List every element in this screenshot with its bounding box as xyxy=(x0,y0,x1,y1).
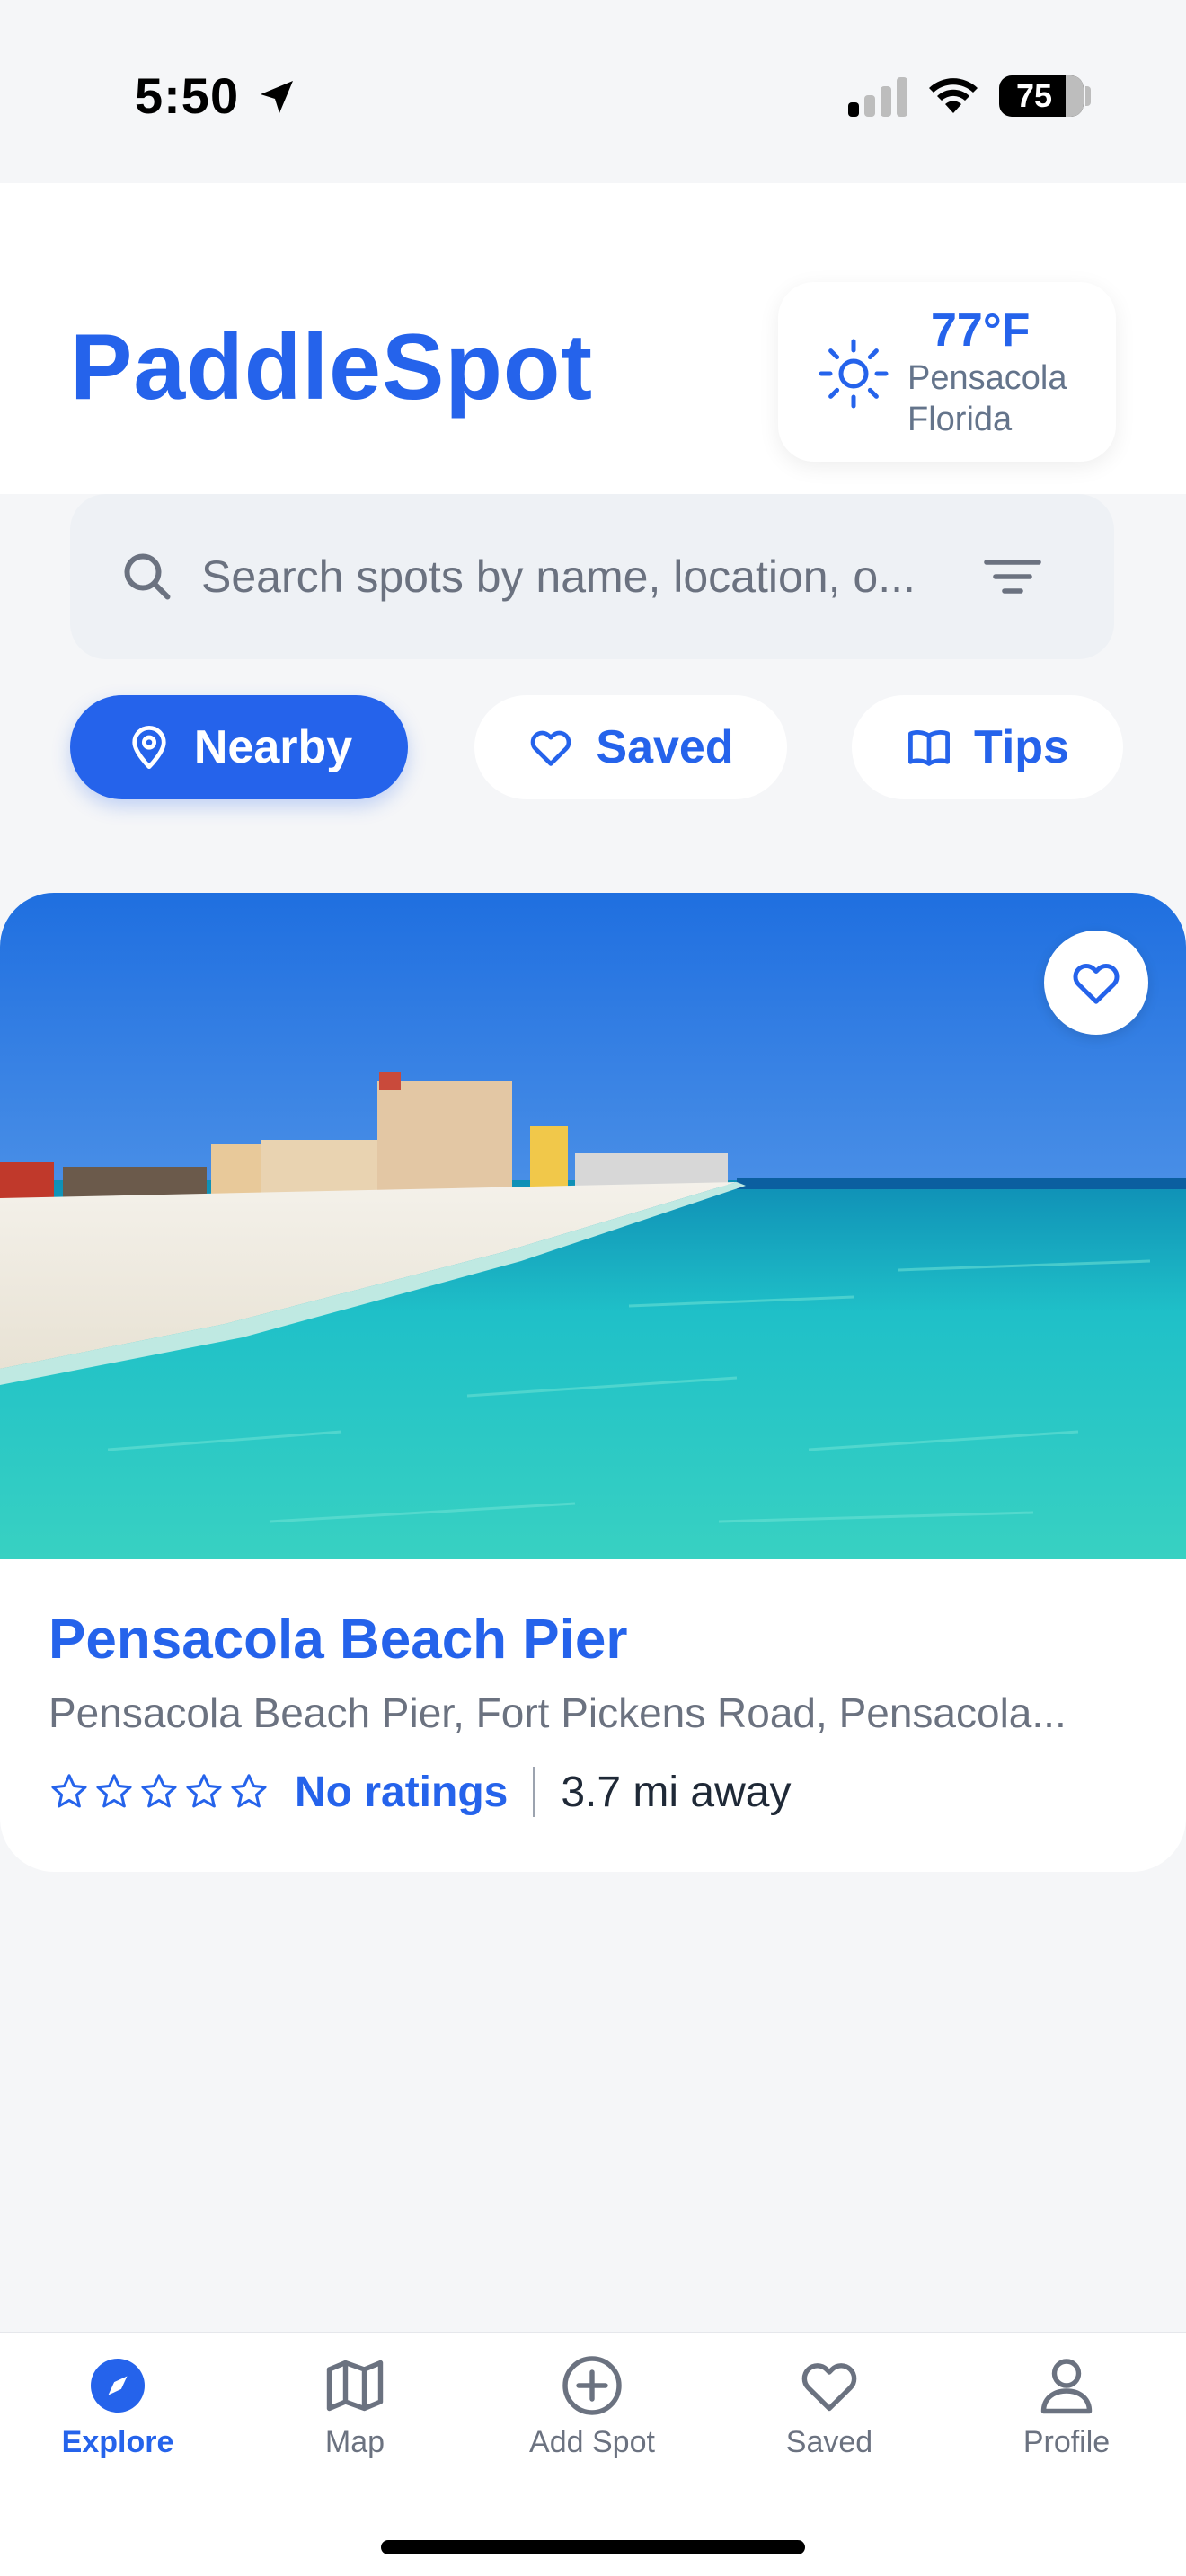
star-icon xyxy=(141,1774,177,1808)
heart-icon xyxy=(531,730,571,766)
nav-explore-label: Explore xyxy=(61,2425,174,2459)
plus-circle-icon xyxy=(562,2356,622,2415)
spot-title[interactable]: Pensacola Beach Pier xyxy=(49,1608,627,1672)
home-indicator xyxy=(381,2540,805,2554)
wifi-icon xyxy=(929,78,978,113)
app-title: PaddleSpot xyxy=(70,315,594,419)
star-icon xyxy=(186,1774,222,1808)
spot-card[interactable]: Pensacola Beach Pier Pensacola Beach Pie… xyxy=(0,893,1186,1872)
battery-level: 75 xyxy=(1015,77,1053,114)
app-screen: 5:50 75 PaddleSpot 77°F Pensacola Florid… xyxy=(0,0,1186,2576)
map-icon xyxy=(326,2360,384,2412)
nav-explore[interactable]: Explore xyxy=(14,2353,221,2479)
rating-text: No ratings xyxy=(295,1768,509,1816)
divider xyxy=(533,1767,536,1817)
search-bar xyxy=(70,494,1114,659)
star-icon xyxy=(231,1774,267,1808)
search-icon xyxy=(124,553,171,600)
chip-tips-label: Tips xyxy=(974,721,1069,773)
chip-saved-label: Saved xyxy=(596,721,734,773)
chip-nearby[interactable]: Nearby xyxy=(70,695,408,799)
rating-row: No ratings 3.7 mi away xyxy=(49,1762,791,1822)
user-icon xyxy=(1040,2359,1093,2414)
location-pin-icon xyxy=(132,725,166,770)
spot-distance: 3.7 mi away xyxy=(561,1768,792,1816)
weather-widget[interactable]: 77°F Pensacola Florida xyxy=(778,282,1116,462)
battery-icon: 75 xyxy=(999,75,1084,117)
nav-add-spot-label: Add Spot xyxy=(529,2425,655,2459)
nav-profile-label: Profile xyxy=(1022,2425,1111,2459)
weather-city: Pensacola xyxy=(907,359,1067,397)
search-input[interactable] xyxy=(201,543,1037,611)
nav-saved[interactable]: Saved xyxy=(726,2353,933,2479)
star-icon xyxy=(51,1774,87,1808)
spot-address: Pensacola Beach Pier, Fort Pickens Road,… xyxy=(49,1689,1067,1736)
compass-icon xyxy=(91,2359,145,2413)
sun-icon xyxy=(819,339,889,409)
star-rating xyxy=(49,1771,273,1813)
heart-icon xyxy=(801,2363,857,2412)
nav-map[interactable]: Map xyxy=(252,2353,458,2479)
header: PaddleSpot 77°F Pensacola Florida xyxy=(0,183,1186,494)
chip-nearby-label: Nearby xyxy=(193,721,353,773)
spot-photo xyxy=(0,893,1186,1559)
nav-add-spot[interactable]: Add Spot xyxy=(489,2353,695,2479)
book-icon xyxy=(908,730,950,766)
status-bar: 5:50 75 xyxy=(0,0,1186,183)
status-time: 5:50 xyxy=(135,67,240,124)
nav-profile[interactable]: Profile xyxy=(963,2353,1170,2479)
heart-icon xyxy=(1073,964,1120,1004)
filter-icon[interactable] xyxy=(983,557,1042,596)
chip-saved[interactable]: Saved xyxy=(474,695,787,799)
nav-saved-label: Saved xyxy=(785,2425,873,2459)
weather-state: Florida xyxy=(907,401,1013,438)
chip-tips[interactable]: Tips xyxy=(852,695,1123,799)
weather-temperature: 77°F xyxy=(931,304,1031,357)
favorite-button[interactable] xyxy=(1044,931,1148,1035)
cellular-signal-icon xyxy=(848,77,907,117)
bottom-nav: Explore Map Add Spot Saved Profile xyxy=(0,2332,1186,2576)
star-icon xyxy=(96,1774,132,1808)
location-arrow-icon xyxy=(261,81,293,113)
nav-map-label: Map xyxy=(324,2425,385,2459)
